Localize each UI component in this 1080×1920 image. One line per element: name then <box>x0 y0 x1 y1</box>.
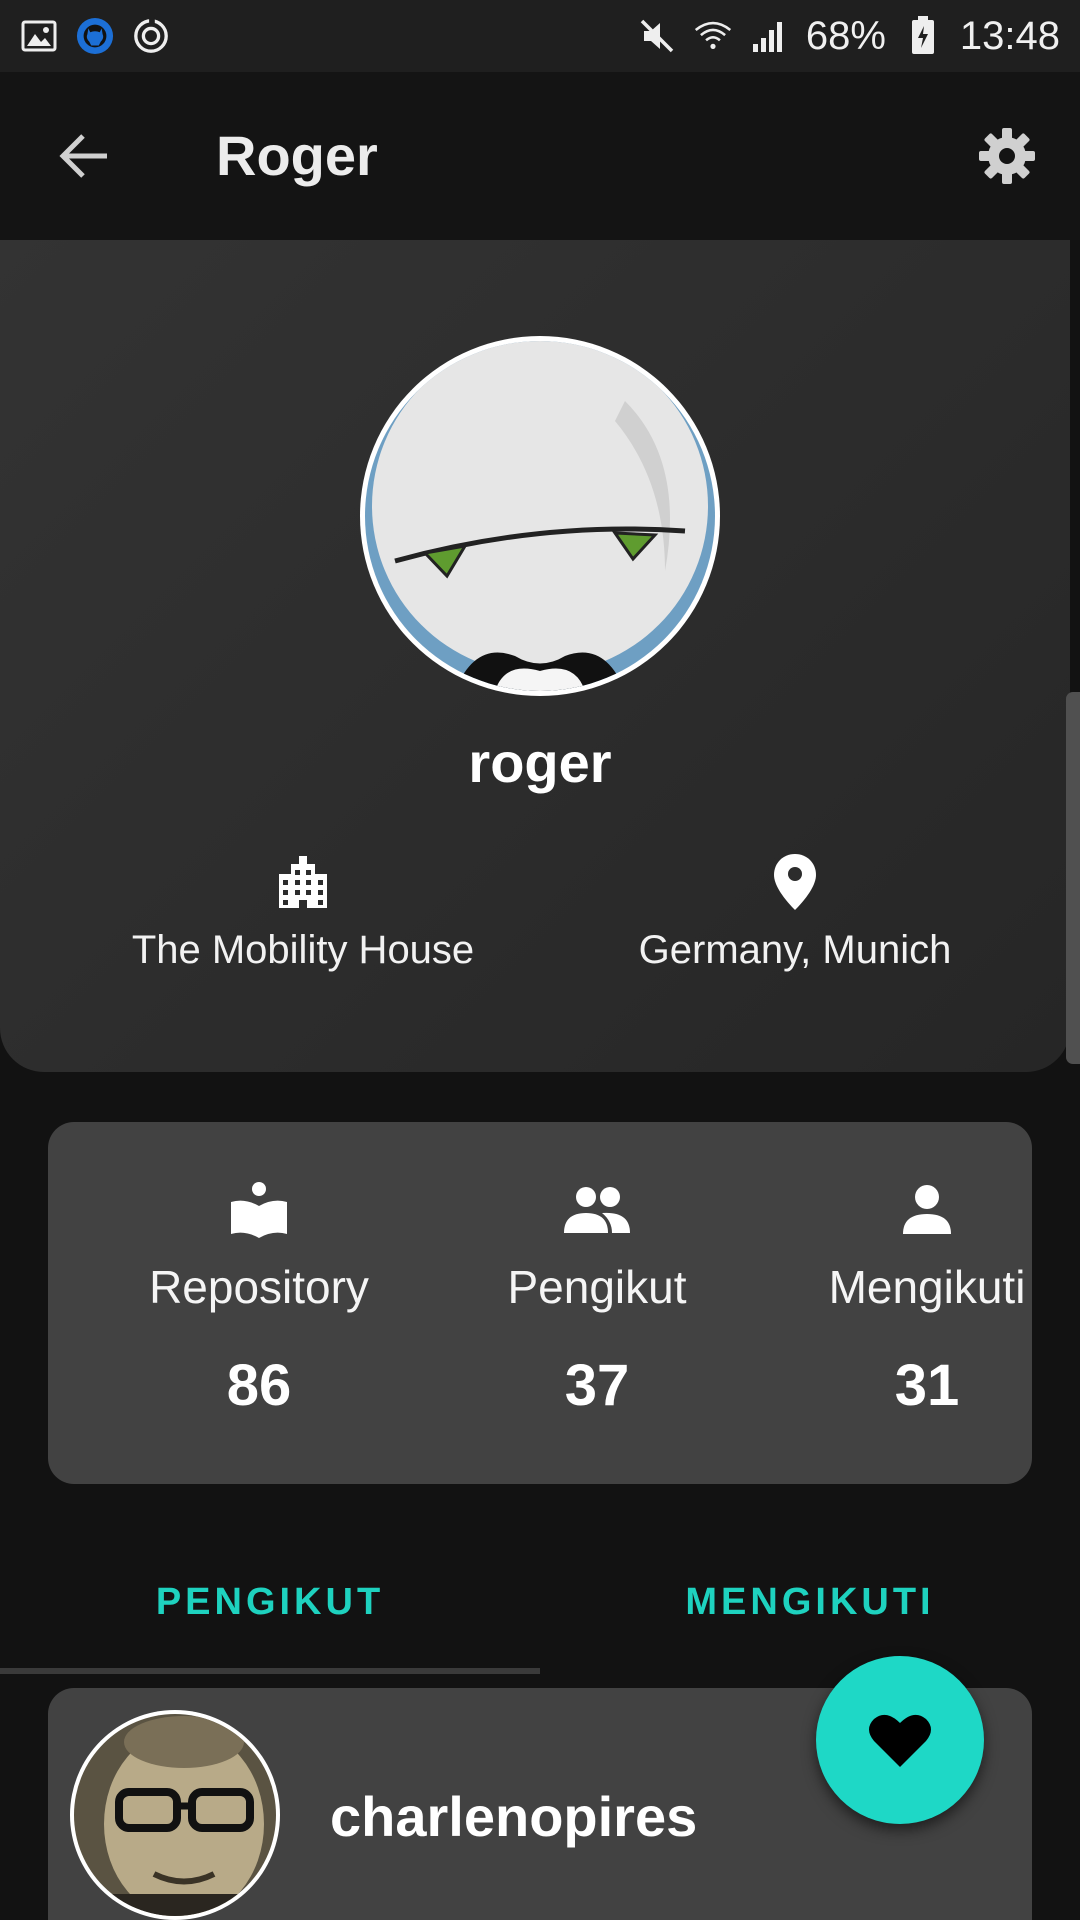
location-name: Germany, Munich <box>638 928 952 972</box>
github-icon <box>76 17 114 55</box>
stat-label: Mengikuti <box>828 1261 1026 1313</box>
tab-mengikuti[interactable]: MENGIKUTI <box>540 1552 1080 1652</box>
stat-value: 31 <box>894 1353 960 1418</box>
building-icon <box>271 850 335 914</box>
status-left <box>20 17 170 55</box>
company-name: The Mobility House <box>131 928 475 972</box>
status-bar: 68% 13:48 <box>0 0 1080 72</box>
tab-pengikut[interactable]: PENGIKUT <box>0 1552 540 1652</box>
app-bar: Roger <box>0 72 1080 240</box>
map-pin-icon <box>763 850 827 914</box>
favorite-button[interactable] <box>816 1656 984 1824</box>
profile-username: roger <box>468 731 612 794</box>
gear-icon <box>979 128 1035 184</box>
back-button[interactable] <box>52 124 116 188</box>
stat-value: 37 <box>564 1353 630 1418</box>
company-info: The Mobility House <box>93 850 513 973</box>
stat-label: Pengikut <box>507 1261 687 1313</box>
stat-repository[interactable]: Repository 86 <box>109 1174 409 1419</box>
stat-value: 86 <box>226 1353 292 1418</box>
stat-followers[interactable]: Pengikut 37 <box>447 1174 747 1419</box>
settings-button[interactable] <box>975 124 1039 188</box>
book-icon <box>223 1174 295 1246</box>
tab-indicator <box>0 1668 540 1674</box>
status-right: 68% 13:48 <box>638 14 1060 59</box>
clock: 13:48 <box>959 13 1060 58</box>
page-title: Roger <box>216 124 378 187</box>
heart-icon <box>869 1714 931 1767</box>
avatar <box>70 1710 280 1920</box>
sync-icon <box>132 17 170 55</box>
image-icon <box>20 17 58 55</box>
wifi-icon <box>694 17 732 55</box>
person-icon <box>891 1174 963 1246</box>
stats-card: Repository 86 Pengikut 37 Mengikuti 31 <box>48 1122 1032 1484</box>
signal-icon <box>750 17 788 55</box>
location-info: Germany, Munich <box>585 850 1005 973</box>
arrow-left-icon <box>59 134 107 178</box>
battery-icon <box>904 16 942 55</box>
follower-username: charlenopires <box>330 1785 698 1848</box>
mute-icon <box>638 17 676 55</box>
people-icon <box>561 1174 633 1246</box>
scrollbar[interactable] <box>1066 692 1080 1064</box>
profile-header: roger The Mobility House Germany, Munich <box>0 240 1070 1072</box>
stat-label: Repository <box>149 1261 369 1313</box>
stat-following[interactable]: Mengikuti 31 <box>777 1174 1077 1419</box>
profile-avatar <box>360 336 720 696</box>
battery-percent: 68% <box>805 13 886 58</box>
